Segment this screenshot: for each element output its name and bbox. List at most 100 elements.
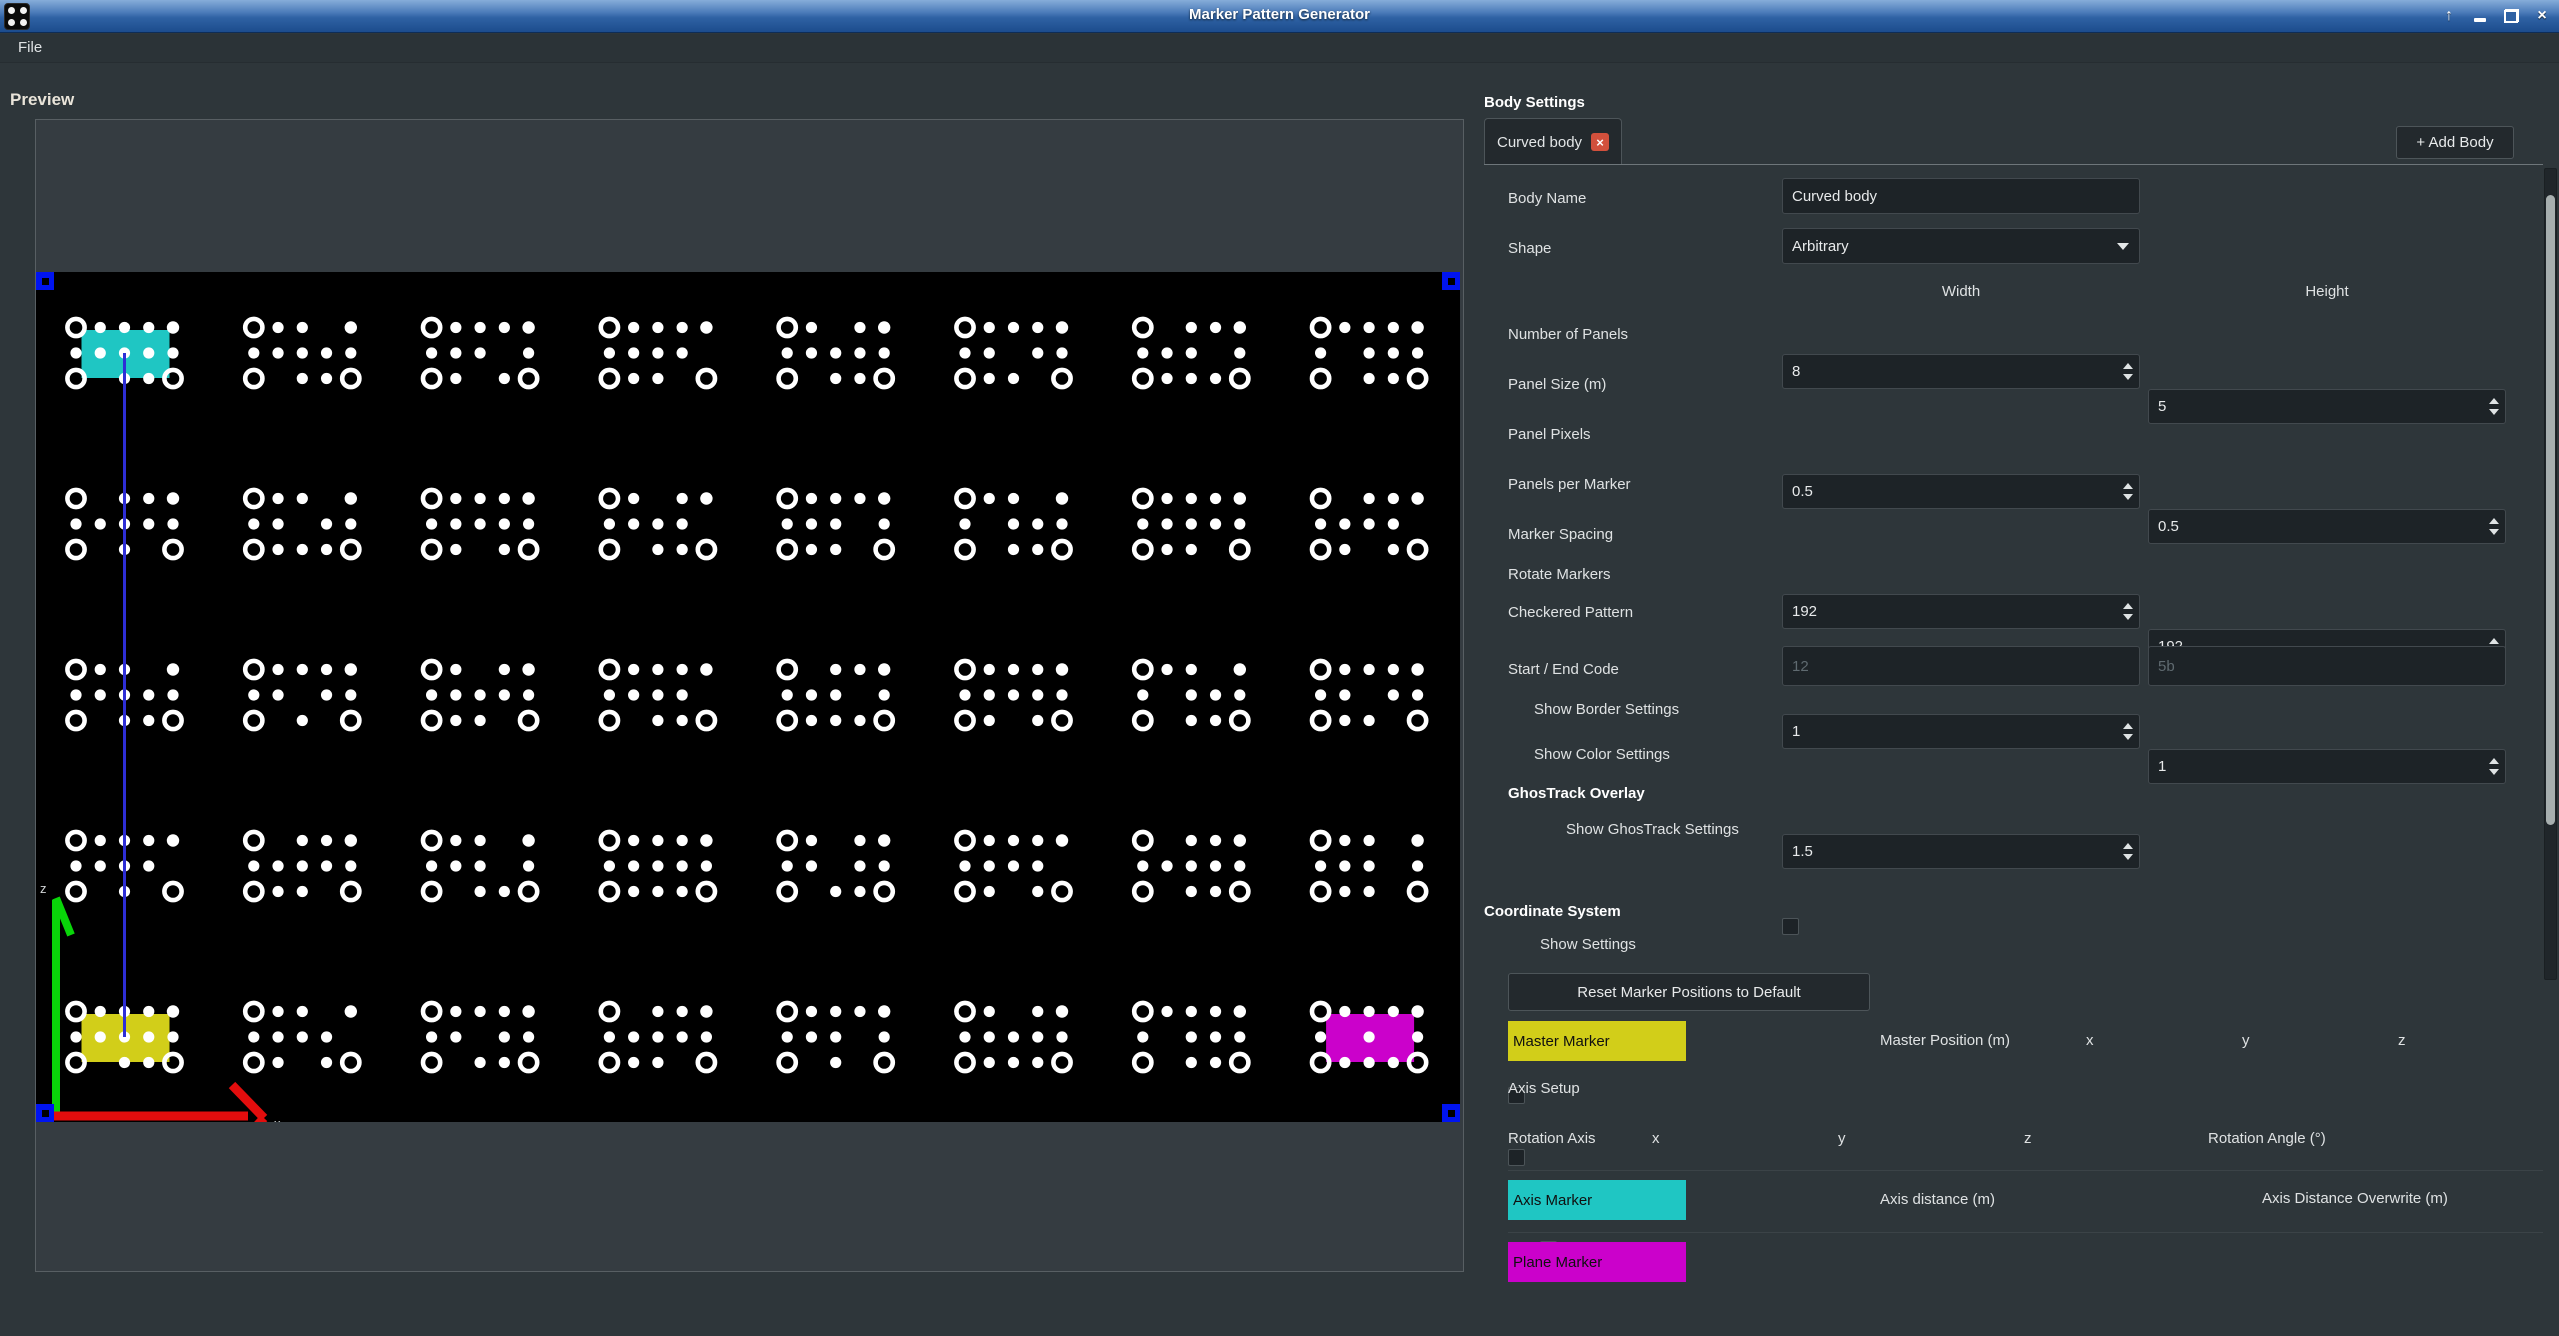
shape-dropdown[interactable]: Arbitrary: [1782, 228, 2140, 264]
code-dot: [450, 347, 461, 358]
marker[interactable]: [956, 490, 1070, 558]
separator: [1508, 1170, 2543, 1171]
marker[interactable]: [1134, 319, 1248, 387]
corner-handle-center: [42, 278, 49, 285]
panels-per-marker-height-spinbox[interactable]: 1: [2148, 749, 2506, 784]
code-dot: [1364, 860, 1375, 871]
scrollbar-thumb[interactable]: [2546, 195, 2555, 825]
marker[interactable]: [601, 319, 715, 387]
spin-up-icon: [2123, 603, 2133, 609]
code-dot: [475, 886, 486, 897]
marker[interactable]: [956, 661, 1070, 729]
marker[interactable]: [245, 490, 359, 558]
marker[interactable]: [1134, 832, 1248, 900]
tab-curved-body[interactable]: Curved body ×: [1484, 118, 1622, 165]
marker[interactable]: [956, 832, 1070, 900]
marker[interactable]: [1312, 319, 1426, 387]
code-dot: [806, 689, 817, 700]
code-dot: [475, 860, 486, 871]
code-dot: [984, 715, 995, 726]
add-body-button[interactable]: + Add Body: [2396, 126, 2514, 159]
marker[interactable]: [423, 832, 537, 900]
start-code-input[interactable]: 12: [1782, 646, 2140, 686]
marker[interactable]: [245, 1003, 359, 1071]
marker[interactable]: [601, 661, 715, 729]
corner-dot: [522, 321, 534, 333]
marker[interactable]: [1312, 490, 1426, 558]
code-dot: [1161, 860, 1172, 871]
maximize-button[interactable]: [2500, 5, 2522, 27]
panel-pixels-width-spinbox[interactable]: 192: [1782, 594, 2140, 629]
marker[interactable]: [1312, 832, 1426, 900]
code-dot: [830, 1057, 841, 1068]
corner-ring: [1053, 541, 1070, 558]
marker[interactable]: [779, 1003, 893, 1071]
corner-ring: [67, 661, 84, 678]
marker[interactable]: [779, 661, 893, 729]
shade-button[interactable]: ↑: [2438, 5, 2460, 27]
code-dot: [345, 518, 356, 529]
code-dot: [677, 689, 688, 700]
code-dot: [984, 1057, 995, 1068]
marker[interactable]: [423, 1003, 537, 1071]
tab-label: Curved body: [1497, 134, 1582, 151]
code-dot: [806, 835, 817, 846]
settings-scrollbar[interactable]: [2544, 168, 2557, 980]
spin-down-icon: [2123, 614, 2133, 620]
minimize-button[interactable]: [2469, 5, 2491, 27]
marker[interactable]: [601, 490, 715, 558]
marker[interactable]: [1312, 661, 1426, 729]
marker[interactable]: [423, 319, 537, 387]
marker[interactable]: [423, 661, 537, 729]
corner-ring: [1312, 883, 1329, 900]
panel-size-width-spinbox[interactable]: 0.5: [1782, 474, 2140, 509]
marker[interactable]: [245, 832, 359, 900]
marker[interactable]: [956, 319, 1070, 387]
corner-dot: [1234, 321, 1246, 333]
code-dot: [1056, 689, 1067, 700]
code-dot: [1032, 664, 1043, 675]
marker[interactable]: [956, 1003, 1070, 1071]
code-dot: [830, 544, 841, 555]
pattern-canvas[interactable]: zx: [36, 272, 1460, 1122]
marker[interactable]: [779, 832, 893, 900]
panels-per-marker-width-spinbox[interactable]: 1: [1782, 714, 2140, 749]
close-button[interactable]: ×: [2531, 5, 2553, 27]
number-of-panels-height-spinbox[interactable]: 5: [2148, 389, 2506, 424]
reset-marker-positions-button[interactable]: Reset Marker Positions to Default: [1508, 973, 1870, 1011]
marker[interactable]: [601, 1003, 715, 1071]
body-name-input[interactable]: Curved body: [1782, 178, 2140, 214]
preview-title: Preview: [10, 90, 74, 110]
end-code-input[interactable]: 5b: [2148, 646, 2506, 686]
panel-size-height-spinbox[interactable]: 0.5: [2148, 509, 2506, 544]
marker-spacing-label: Marker Spacing: [1508, 526, 1613, 543]
corner-ring: [245, 1054, 262, 1071]
code-dot: [1210, 1057, 1221, 1068]
marker[interactable]: [1134, 490, 1248, 558]
marker[interactable]: [245, 319, 359, 387]
marker[interactable]: [601, 832, 715, 900]
corner-dot: [1234, 492, 1246, 504]
rotate-markers-checkbox[interactable]: [1782, 918, 1799, 935]
code-dot: [628, 664, 639, 675]
marker[interactable]: [1134, 1003, 1248, 1071]
corner-ring: [245, 1003, 262, 1020]
marker-spacing-spinbox[interactable]: 1.5: [1782, 834, 2140, 869]
marker[interactable]: [423, 490, 537, 558]
marker[interactable]: [779, 319, 893, 387]
code-dot: [1234, 1031, 1245, 1042]
marker[interactable]: [1134, 661, 1248, 729]
code-dot: [1032, 544, 1043, 555]
marker[interactable]: [779, 490, 893, 558]
marker[interactable]: [1312, 1003, 1426, 1071]
show-color-settings-checkbox[interactable]: [1508, 1149, 1525, 1166]
code-dot: [1186, 1006, 1197, 1017]
tab-close-icon[interactable]: ×: [1591, 133, 1609, 151]
code-dot: [297, 544, 308, 555]
number-of-panels-width-spinbox[interactable]: 8: [1782, 354, 2140, 389]
menu-file[interactable]: File: [12, 39, 48, 56]
code-dot: [450, 373, 461, 384]
code-dot: [167, 1031, 178, 1042]
marker[interactable]: [245, 661, 359, 729]
corner-ring: [423, 832, 440, 849]
